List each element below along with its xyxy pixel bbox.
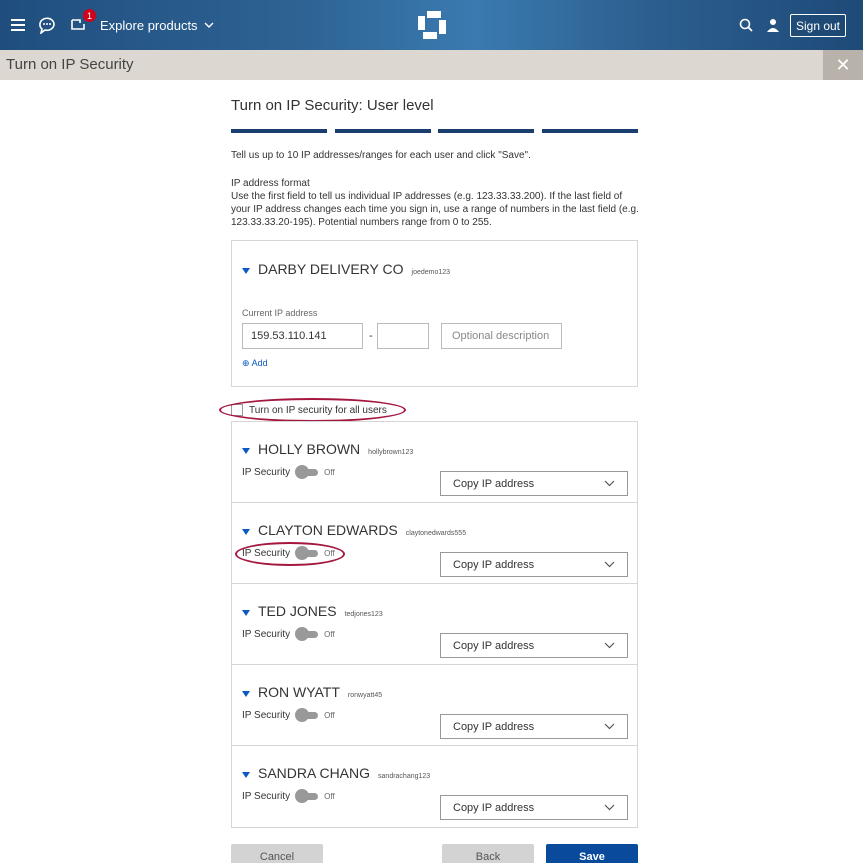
ip-security-toggle[interactable] [295,789,319,803]
ip-security-label: IP Security [242,628,291,640]
progress-step [438,129,535,133]
user-name: HOLLY BROWN [258,441,361,457]
progress-steps [231,129,638,133]
user-id: tedjones123 [344,611,383,618]
copy-ip-dropdown[interactable]: Copy IP address [440,633,628,658]
toggle-state: Off [324,629,335,639]
user-header[interactable]: TED JONES tedjones123 [242,603,383,619]
expand-triangle-icon[interactable] [242,268,250,274]
ip-address-input[interactable]: 159.53.110.141 [242,323,363,349]
search-icon[interactable] [736,14,756,36]
add-ip-link[interactable]: ⊕ Add [242,358,268,369]
user-header[interactable]: HOLLY BROWN hollybrown123 [242,441,413,457]
user-list: HOLLY BROWN hollybrown123 IP Security Of… [231,421,638,828]
copy-ip-label: Copy IP address [453,558,535,571]
company-name: DARBY DELIVERY CO [258,261,404,277]
user-id: ronwyatt45 [347,692,383,699]
toggle-state: Off [324,710,335,720]
format-title: IP address format [231,178,310,189]
notification-badge: 1 [83,9,96,22]
expand-triangle-icon[interactable] [242,772,250,778]
chase-logo-icon[interactable] [415,8,449,42]
user-card: SANDRA CHANG sandrachang123 IP Security … [232,746,637,827]
expand-triangle-icon[interactable] [242,610,250,616]
explore-products-label: Explore products [100,17,198,33]
ip-security-label: IP Security [242,709,291,721]
expand-triangle-icon[interactable] [242,691,250,697]
close-icon[interactable]: ✕ [823,50,863,80]
user-card: TED JONES tedjones123 IP Security Off Co… [232,584,637,665]
user-id: claytonedwards555 [405,530,467,537]
top-nav-bar: 1 Explore products Sign out [0,0,863,50]
chevron-down-icon [604,723,615,730]
user-name: CLAYTON EDWARDS [258,522,398,538]
company-user-id: joedemo123 [411,269,451,276]
user-name: RON WYATT [258,684,340,700]
copy-ip-dropdown[interactable]: Copy IP address [440,714,628,739]
copy-ip-label: Copy IP address [453,639,535,652]
dialog-title-bar: Turn on IP Security ✕ [0,50,863,80]
user-header[interactable]: RON WYATT ronwyatt45 [242,684,382,700]
ip-security-toggle[interactable] [295,465,319,479]
copy-ip-dropdown[interactable]: Copy IP address [440,795,628,820]
ip-security-toggle[interactable] [295,627,319,641]
back-button[interactable]: Back [442,844,534,863]
company-card: DARBY DELIVERY CO joedemo123 Current IP … [231,240,638,387]
explore-products-menu[interactable]: Explore products [100,15,214,35]
chevron-down-icon [604,804,615,811]
range-dash: - [369,330,373,342]
format-description: Use the first field to tell us individua… [231,191,639,228]
user-header[interactable]: CLAYTON EDWARDS claytonedwards555 [242,522,466,538]
toggle-state: Off [324,467,335,477]
ip-security-label: IP Security [242,466,291,478]
company-header[interactable]: DARBY DELIVERY CO joedemo123 [242,261,450,277]
ip-security-toggle-row: IP Security Off [242,627,335,641]
plus-circle-icon: ⊕ [242,358,250,368]
ip-security-toggle[interactable] [295,708,319,722]
sign-out-button[interactable]: Sign out [790,14,846,37]
progress-step [334,129,431,133]
copy-ip-label: Copy IP address [453,477,535,490]
copy-ip-dropdown[interactable]: Copy IP address [440,552,628,577]
cancel-button[interactable]: Cancel [231,844,323,863]
ip-security-toggle-row: IP Security Off [242,708,335,722]
expand-triangle-icon[interactable] [242,448,250,454]
toggle-state: Off [324,791,335,801]
chevron-down-icon [204,22,214,28]
user-header[interactable]: SANDRA CHANG sandrachang123 [242,765,430,781]
chevron-down-icon [604,480,615,487]
chat-icon[interactable] [36,14,58,36]
user-profile-icon[interactable] [763,14,783,36]
progress-step [541,129,638,133]
expand-triangle-icon[interactable] [242,529,250,535]
user-card: CLAYTON EDWARDS claytonedwards555 IP Sec… [232,503,637,584]
user-id: hollybrown123 [368,449,414,456]
copy-ip-dropdown[interactable]: Copy IP address [440,471,628,496]
current-ip-label: Current IP address [242,308,318,318]
highlight-oval [235,542,345,566]
page-title: Turn on IP Security: User level [231,97,434,114]
instruction-text: Tell us up to 10 IP addresses/ranges for… [231,150,531,161]
save-button[interactable]: Save [546,844,638,863]
description-input[interactable]: Optional description [441,323,562,349]
user-name: SANDRA CHANG [258,765,371,781]
user-card: RON WYATT ronwyatt45 IP Security Off Cop… [232,665,637,746]
ip-security-toggle-row: IP Security Off [242,789,335,803]
user-card: HOLLY BROWN hollybrown123 IP Security Of… [232,422,637,503]
ip-security-label: IP Security [242,790,291,802]
ip-security-toggle-row: IP Security Off [242,465,335,479]
copy-ip-label: Copy IP address [453,720,535,733]
copy-ip-label: Copy IP address [453,801,535,814]
user-id: sandrachang123 [378,773,431,780]
progress-step [231,129,327,133]
dialog-title: Turn on IP Security [6,56,134,73]
highlight-oval [219,398,406,422]
ip-range-end-input[interactable] [377,323,429,349]
chevron-down-icon [604,561,615,568]
hamburger-menu-icon[interactable] [8,14,28,36]
user-name: TED JONES [258,603,337,619]
add-label: Add [251,358,268,368]
chevron-down-icon [604,642,615,649]
